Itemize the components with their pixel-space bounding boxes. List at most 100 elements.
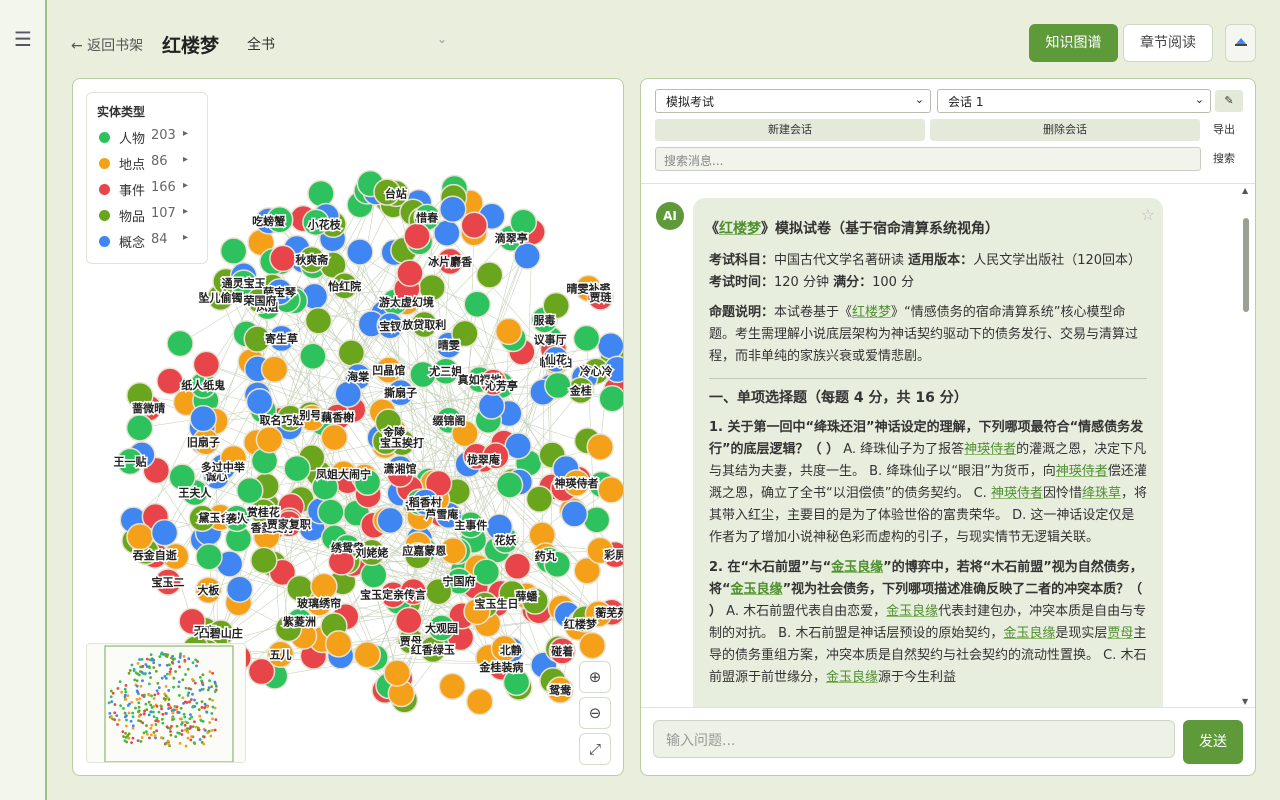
star-icon[interactable]: ☆ (1141, 204, 1155, 226)
scroll-up-icon[interactable]: ▲ (1242, 186, 1248, 195)
theme-toggle-button[interactable] (1225, 24, 1256, 62)
entity-link[interactable]: 神瑛侍者 (1056, 464, 1108, 479)
zoom-in-button[interactable]: ⊕ (579, 661, 611, 693)
entity-link[interactable]: 红楼梦 (852, 305, 891, 320)
graph-node[interactable] (320, 423, 349, 452)
graph-node[interactable] (495, 471, 524, 499)
graph-node[interactable] (383, 659, 411, 687)
graph-node[interactable] (307, 179, 335, 208)
graph-node[interactable] (260, 355, 289, 383)
graph-node[interactable] (463, 290, 491, 319)
message-list[interactable]: AI ☆ 《红楼梦》模拟试卷（基于宿命清算系统视角） 考试科目：中国古代文学名著… (641, 183, 1255, 707)
graph-node[interactable] (150, 518, 179, 547)
graph-node[interactable] (403, 222, 431, 250)
session-select[interactable]: 会话 1 ⌄ (937, 89, 1211, 113)
graph-node[interactable] (317, 498, 345, 526)
fit-view-button[interactable]: ⤢ (579, 733, 611, 765)
graph-node[interactable] (477, 392, 506, 420)
graph-node[interactable] (324, 630, 353, 658)
graph-minimap[interactable] (86, 643, 246, 763)
graph-node[interactable] (192, 350, 221, 379)
export-button[interactable]: 导出 (1205, 119, 1243, 141)
legend-item-event[interactable]: 事件 166 ▸ (97, 180, 197, 206)
graph-node[interactable] (376, 506, 404, 535)
graph-node[interactable] (195, 543, 223, 571)
graph-node[interactable] (125, 414, 154, 442)
message-scrollbar[interactable]: ▲ ▼ (1241, 184, 1251, 707)
graph-node[interactable] (396, 259, 424, 287)
legend-item-concept[interactable]: 概念 84 ▸ (97, 232, 197, 258)
graph-node[interactable] (513, 242, 541, 270)
graph-node[interactable] (438, 672, 467, 701)
graph-node[interactable] (189, 404, 217, 433)
graph-node[interactable] (494, 317, 523, 346)
menu-icon[interactable]: ☰ (14, 27, 32, 51)
scope-select-value: 全书 (247, 37, 275, 53)
graph-node[interactable] (544, 371, 572, 400)
graph-node[interactable] (597, 476, 624, 504)
entity-link[interactable]: 金玉良缘 (731, 582, 783, 597)
graph-node[interactable] (472, 558, 501, 586)
graph-node[interactable] (460, 211, 489, 239)
entity-link[interactable]: 金玉良缘 (831, 560, 883, 575)
scroll-down-icon[interactable]: ▼ (1242, 697, 1248, 706)
graph-node[interactable] (334, 380, 362, 408)
message-search-button[interactable]: 搜索 (1205, 148, 1243, 170)
graph-node[interactable] (250, 546, 278, 575)
graph-node[interactable] (346, 238, 374, 266)
entity-link[interactable]: 金玉良缘 (1003, 626, 1055, 641)
knowledge-graph-button[interactable]: 知识图谱 (1029, 24, 1118, 62)
entity-link[interactable]: 神瑛侍者 (964, 442, 1016, 457)
zoom-out-button[interactable]: ⊖ (579, 697, 611, 729)
graph-node[interactable] (395, 606, 423, 635)
graph-node[interactable] (572, 324, 601, 353)
graph-node[interactable] (166, 329, 194, 358)
entity-link[interactable]: 金玉良缘 (886, 604, 938, 619)
graph-node[interactable] (598, 384, 624, 413)
entity-link[interactable]: 金玉良缘 (826, 670, 878, 685)
send-button[interactable]: 发送 (1183, 720, 1243, 764)
entity-link[interactable]: 绛珠草 (1082, 486, 1121, 501)
entity-link[interactable]: 贾母 (1107, 626, 1133, 641)
scope-select[interactable]: 全书 ⌄ (247, 30, 447, 56)
rename-session-button[interactable]: ✎ (1215, 90, 1243, 112)
entity-link[interactable]: 神瑛侍者 (991, 486, 1043, 501)
graph-node[interactable] (269, 244, 297, 273)
graph-node[interactable] (597, 332, 624, 360)
graph-node-label: 游太虚幻境 (379, 295, 434, 309)
graph-node[interactable] (465, 687, 494, 716)
graph-node[interactable] (503, 552, 532, 581)
back-to-shelf-link[interactable]: ← 返回书架 (71, 35, 143, 55)
graph-node[interactable] (236, 476, 264, 505)
minimap-node (175, 705, 179, 709)
graph-node[interactable] (126, 523, 154, 551)
delete-session-button[interactable]: 删除会话 (930, 119, 1200, 141)
graph-node[interactable] (586, 433, 614, 461)
graph-node[interactable] (353, 641, 382, 669)
scroll-thumb[interactable] (1243, 218, 1249, 312)
legend-item-place[interactable]: 地点 86 ▸ (97, 154, 197, 180)
chapter-reading-button[interactable]: 章节阅读 (1123, 24, 1213, 62)
graph-node[interactable] (304, 307, 333, 335)
question-input[interactable]: 输入问题... (653, 720, 1175, 758)
graph-node[interactable] (475, 261, 504, 289)
legend-item-person[interactable]: 人物 203 ▸ (97, 128, 197, 154)
graph-node[interactable] (245, 388, 274, 416)
graph-node[interactable] (310, 572, 338, 601)
graph-node[interactable] (156, 367, 184, 395)
graph-node[interactable] (299, 342, 327, 370)
entity-link[interactable]: 红楼梦 (719, 221, 761, 237)
graph-node[interactable] (560, 500, 589, 528)
graph-node[interactable] (439, 195, 467, 223)
new-session-button[interactable]: 新建会话 (655, 119, 925, 141)
legend-item-object[interactable]: 物品 107 ▸ (97, 206, 197, 232)
message-search-input[interactable]: 搜索消息... (655, 147, 1201, 171)
graph-node[interactable] (255, 425, 284, 454)
minimap-node (198, 714, 202, 718)
graph-node[interactable] (283, 454, 311, 483)
mode-select[interactable]: 模拟考试 ⌄ (655, 89, 931, 113)
graph-node[interactable] (219, 237, 248, 265)
graph-node[interactable] (578, 631, 607, 660)
graph-node[interactable] (337, 339, 366, 367)
graph-node[interactable] (225, 575, 254, 603)
